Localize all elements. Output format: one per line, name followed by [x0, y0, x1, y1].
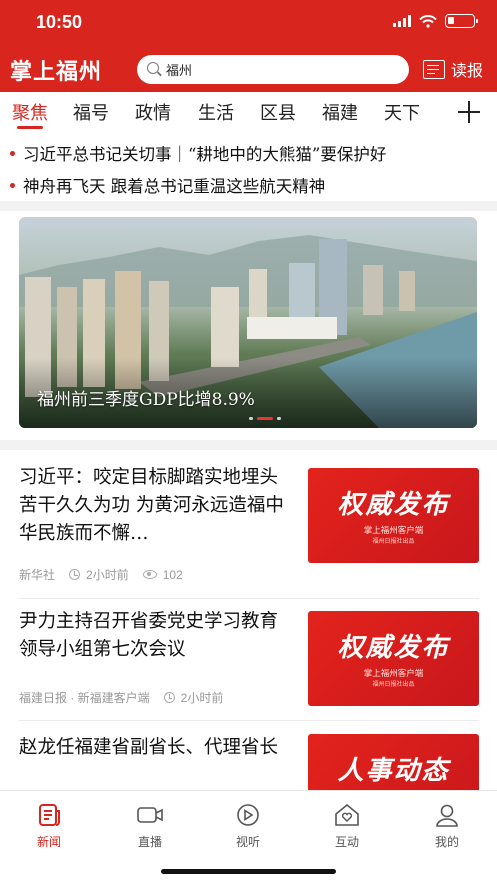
news-item[interactable]: 习近平：咬定目标脚踏实地埋头苦干久久为功 为黄河永远造福中华民族而不懈… 新华社…: [19, 464, 479, 584]
views-icon: [142, 570, 157, 579]
news-item[interactable]: 尹力主持召开省委党史学习教育领导小组第七次会议 福建日报 · 新福建客户端 2小…: [19, 608, 479, 718]
app-logo: 掌上福州: [10, 59, 103, 85]
search-icon: [147, 62, 159, 74]
tab-fujian[interactable]: 福建: [322, 99, 358, 125]
tab-profile[interactable]: 我的: [417, 803, 477, 850]
clock-icon: [163, 692, 175, 703]
row-divider: [19, 720, 479, 721]
news-thumbnail: 权威发布 掌上福州客户端 福州日报社出品: [308, 468, 479, 563]
news-time: 2小时前: [86, 568, 129, 582]
headline-item[interactable]: 习近平总书记关切事｜“耕地中的大熊猫”要保护好: [10, 141, 386, 165]
read-paper-button[interactable]: 读报: [423, 57, 483, 81]
news-meta: 新华社 2小时前 102: [19, 566, 183, 583]
newspaper-icon: [423, 59, 445, 79]
tab-focus[interactable]: 聚焦: [12, 99, 48, 125]
news-title: 赵龙任福建省副省长、代理省长: [19, 737, 279, 758]
cellular-signal-icon: [393, 15, 411, 27]
news-source: 新华社: [19, 568, 56, 582]
news-title: 尹力主持召开省委党史学习教育领导小组第七次会议: [19, 611, 279, 660]
channel-tabs: 聚焦 福号 政情 生活 区县 福建 天下: [0, 92, 497, 132]
news-views: 102: [162, 567, 183, 582]
tab-interact[interactable]: 互动: [317, 803, 377, 850]
news-source: 福建日报 · 新福建客户端: [19, 691, 150, 705]
read-paper-label: 读报: [451, 61, 484, 80]
carousel-pager: [249, 417, 281, 420]
news-thumbnail: 权威发布 掌上福州客户端 福州日报社出品: [308, 611, 479, 706]
banner-caption: 福州前三季度GDP比增8.9%: [37, 390, 255, 410]
bullet-dot: [10, 151, 15, 156]
status-bar: 10:50: [0, 0, 497, 48]
video-camera-icon: [136, 803, 164, 827]
banner-carousel[interactable]: 福州前三季度GDP比增8.9%: [19, 217, 477, 428]
tab-world[interactable]: 天下: [384, 99, 420, 125]
battery-icon: [445, 14, 478, 28]
home-indicator: [161, 869, 336, 874]
heart-home-icon: [333, 803, 361, 827]
status-time: 10:50: [36, 12, 83, 32]
tab-districts[interactable]: 区县: [260, 99, 296, 125]
headline-item[interactable]: 神舟再飞天 跟着总书记重温这些航天精神: [10, 173, 325, 197]
news-time: 2小时前: [180, 691, 224, 705]
add-channel-icon[interactable]: [458, 101, 480, 123]
tab-audiovisual[interactable]: 视听: [218, 803, 278, 850]
tab-news[interactable]: 新闻: [19, 803, 79, 850]
news-icon: [35, 803, 63, 827]
clock-icon: [69, 569, 81, 580]
news-title: 习近平：咬定目标脚踏实地埋头苦干久久为功 为黄河永远造福中华民族而不懈…: [19, 467, 284, 544]
play-icon: [234, 803, 262, 827]
search-text: 福州: [166, 64, 193, 79]
news-meta: 福建日报 · 新福建客户端 2小时前: [19, 689, 223, 706]
bullet-dot: [10, 183, 15, 188]
section-divider: [0, 201, 497, 211]
section-divider: [0, 440, 497, 450]
active-tab-indicator: [17, 126, 43, 129]
news-item[interactable]: 赵龙任福建省副省长、代理省长 人事动态: [19, 734, 479, 790]
tab-live[interactable]: 直播: [120, 803, 180, 850]
row-divider: [19, 598, 479, 599]
tab-life[interactable]: 生活: [198, 99, 234, 125]
tab-politics[interactable]: 政情: [135, 99, 171, 125]
news-thumbnail: 人事动态: [308, 734, 479, 790]
status-icons: [393, 14, 478, 28]
tab-fuhao[interactable]: 福号: [73, 99, 109, 125]
app-header: 掌上福州 福州 读报: [0, 48, 497, 92]
wifi-icon: [419, 14, 437, 28]
user-icon: [433, 803, 461, 827]
search-box[interactable]: 福州: [137, 55, 409, 84]
